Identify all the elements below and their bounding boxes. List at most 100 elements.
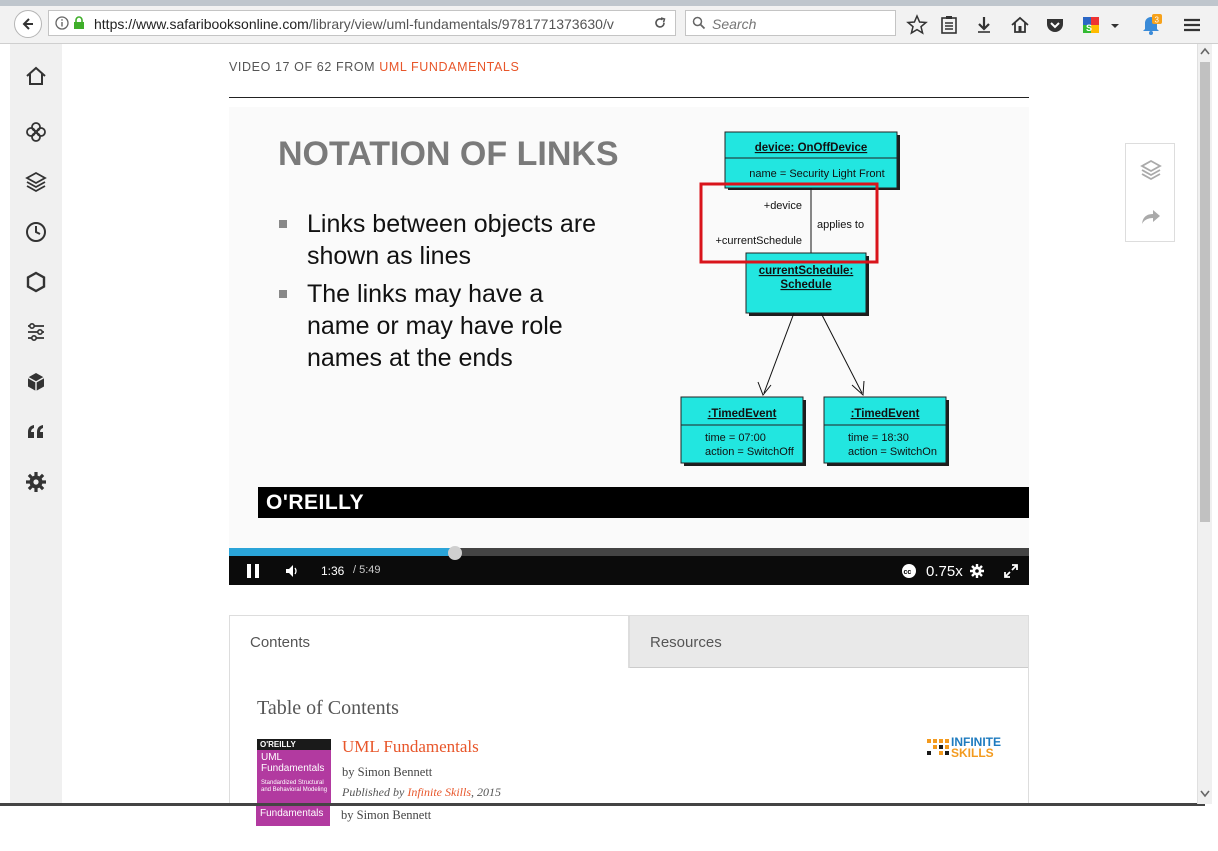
role-name-schedule: +currentSchedule — [715, 235, 802, 247]
reading-list-icon[interactable] — [938, 14, 960, 36]
svg-text:cc: cc — [904, 569, 912, 576]
slide-bullet: The links may have a name or may have ro… — [279, 278, 597, 374]
link-name: applies to — [817, 219, 864, 231]
slide-title: NOTATION OF LINKS — [278, 135, 619, 173]
timed-event-attribute: action = SwitchOff — [705, 446, 795, 458]
total-time: / 5:49 — [353, 564, 381, 576]
back-button[interactable] — [14, 10, 42, 38]
svg-text:S: S — [1086, 23, 1092, 33]
schedule-object-title: Schedule — [780, 279, 831, 291]
book-cover-fragment: Fundamentals — [256, 806, 330, 826]
book-cover[interactable]: O'REILLY UML Fundamentals Standardized S… — [257, 739, 331, 809]
closed-captions-icon[interactable]: cc — [901, 563, 917, 579]
breadcrumb: VIDEO 17 OF 62 FROM UML FUNDAMENTALS — [229, 60, 519, 74]
publish-year: , 2015 — [470, 785, 501, 799]
back-arrow-icon — [22, 18, 33, 30]
scroll-thumb[interactable] — [1200, 62, 1210, 522]
settings-gear-icon[interactable] — [969, 563, 985, 579]
arrow-head — [851, 380, 865, 397]
cover-title: UML Fundamentals — [261, 752, 325, 774]
url-bar[interactable]: https://www.safaribooksonline.com/librar… — [48, 10, 676, 36]
scroll-up-icon[interactable] — [1200, 47, 1210, 55]
content-tabs: Contents Resources — [229, 615, 1029, 668]
search-input[interactable] — [710, 14, 894, 34]
bookmark-star-icon[interactable] — [906, 14, 928, 36]
search-icon — [692, 16, 706, 30]
link-line — [820, 312, 863, 394]
home-icon[interactable] — [24, 64, 48, 88]
quote-icon[interactable] — [24, 420, 48, 444]
infinite-skills-logo: INFINITE SKILLS — [927, 736, 1007, 761]
fullscreen-icon[interactable] — [1003, 563, 1019, 579]
tab-resources[interactable]: Resources — [629, 615, 1029, 668]
layers-icon[interactable] — [1139, 158, 1163, 182]
breadcrumb-course-link[interactable]: UML FUNDAMENTALS — [379, 60, 519, 74]
uml-object-diagram: device: OnOffDevice name = Security Ligh… — [680, 131, 949, 466]
extension-icon[interactable]: S — [1080, 14, 1102, 36]
notifications-icon[interactable]: 3 — [1140, 14, 1162, 36]
logo-text: SKILLS — [951, 746, 994, 760]
pocket-icon[interactable] — [1044, 14, 1066, 36]
lock-icon — [74, 16, 84, 29]
tab-label: Resources — [650, 634, 722, 651]
topics-icon[interactable] — [24, 120, 48, 144]
home-icon[interactable] — [1009, 14, 1031, 36]
slide-brand-bar: O'REILLY — [258, 487, 1029, 518]
video-controls: 1:36 / 5:49 cc 0.75x — [229, 546, 1029, 585]
browser-toolbar: https://www.safaribooksonline.com/librar… — [0, 6, 1218, 44]
timed-event-title: :TimedEvent — [708, 408, 777, 420]
menu-icon[interactable] — [1181, 14, 1203, 36]
layers-icon[interactable] — [24, 170, 48, 194]
link-line — [763, 312, 795, 394]
device-object-attribute: name = Security Light Front — [749, 168, 884, 180]
video-frame[interactable]: NOTATION OF LINKS Links between objects … — [229, 107, 1029, 548]
svg-text:3: 3 — [1155, 16, 1160, 25]
cover-brand: O'REILLY — [257, 739, 331, 750]
schedule-object-title: currentSchedule: — [759, 265, 854, 277]
side-toolbar — [1125, 143, 1175, 242]
scroll-down-icon[interactable] — [1200, 790, 1210, 798]
pause-icon[interactable] — [245, 563, 261, 579]
page-scrollbar[interactable] — [1197, 44, 1212, 804]
settings-gear-icon[interactable] — [24, 470, 48, 494]
search-bar[interactable] — [685, 10, 896, 36]
device-object-title: device: OnOffDevice — [755, 142, 867, 154]
cover-title: Fundamentals — [260, 808, 324, 819]
oreilly-logo: O'REILLY — [266, 491, 365, 514]
arrow-head — [757, 381, 772, 396]
playback-speed[interactable]: 0.75x — [926, 563, 963, 580]
info-icon[interactable] — [55, 16, 69, 30]
download-icon[interactable] — [973, 14, 995, 36]
tab-label: Contents — [250, 634, 311, 651]
share-icon[interactable] — [1139, 205, 1163, 229]
breadcrumb-prefix: VIDEO 17 OF 62 FROM — [229, 60, 376, 74]
logo-mark-icon — [927, 739, 949, 755]
cube-icon[interactable] — [24, 370, 48, 394]
timed-event-title: :TimedEvent — [851, 408, 920, 420]
book-author-fragment: by Simon Bennett — [341, 808, 432, 822]
volume-icon[interactable] — [284, 563, 300, 579]
book-author: by Simon Bennett — [342, 765, 433, 779]
progress-fill — [229, 548, 456, 556]
timed-event-attribute: time = 07:00 — [705, 432, 766, 444]
role-name-device: +device — [764, 200, 802, 212]
cover-subtitle: Standardized Structural and Behavioral M… — [261, 780, 328, 793]
book-publisher-line: Published by Infinite Skills, 2015 — [342, 785, 501, 800]
dropdown-arrow-icon[interactable] — [1108, 14, 1122, 36]
book-title-link[interactable]: UML Fundamentals — [342, 737, 479, 757]
playlists-icon[interactable] — [24, 320, 48, 344]
publisher-link[interactable]: Infinite Skills — [407, 785, 471, 799]
toc-heading: Table of Contents — [257, 697, 399, 719]
reload-icon[interactable] — [653, 16, 667, 30]
divider — [229, 97, 1029, 98]
tab-contents[interactable]: Contents — [229, 615, 629, 668]
history-clock-icon[interactable] — [24, 220, 48, 244]
url-text[interactable]: https://www.safaribooksonline.com/librar… — [94, 16, 624, 32]
timed-event-attribute: time = 18:30 — [848, 432, 909, 444]
contents-panel: Table of Contents O'REILLY UML Fundament… — [229, 667, 1029, 809]
published-prefix: Published by — [342, 785, 405, 799]
progress-handle[interactable] — [448, 546, 463, 560]
left-navigation-rail — [10, 44, 62, 806]
hexagon-icon[interactable] — [24, 270, 48, 294]
progress-bar[interactable] — [229, 546, 1029, 560]
